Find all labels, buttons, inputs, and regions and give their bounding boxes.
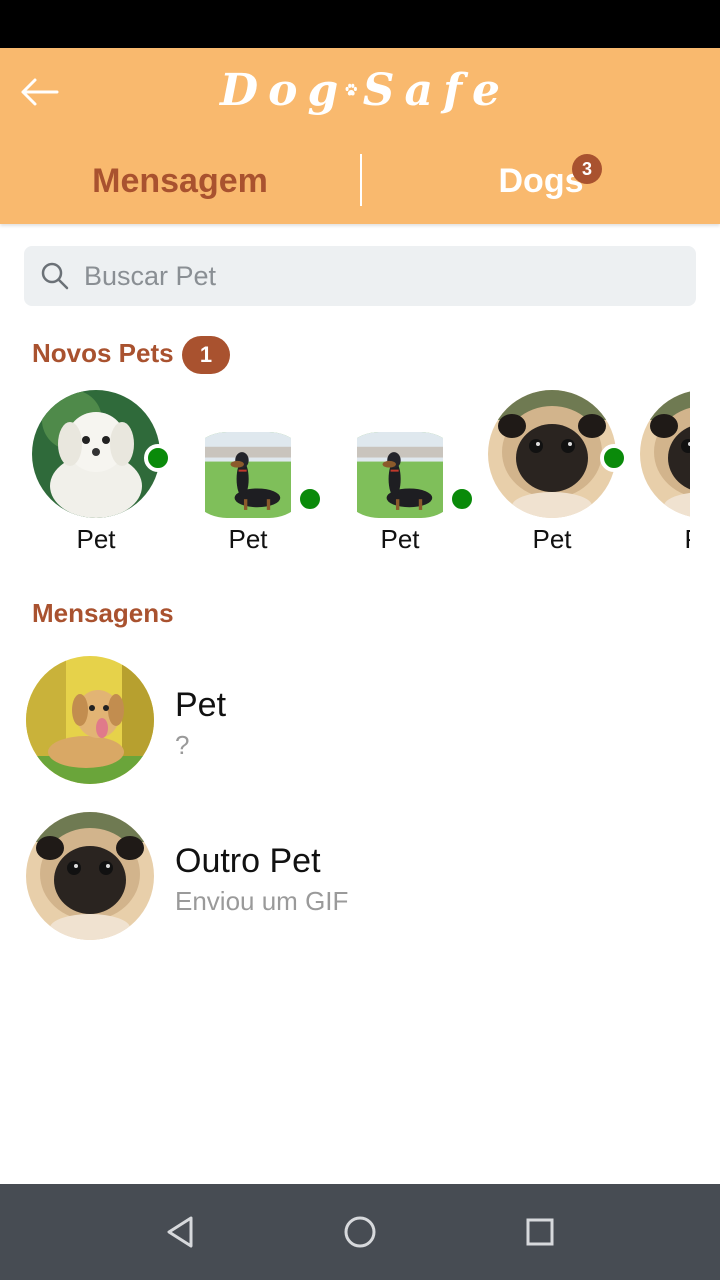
app-header: Dog Safe Mensagem Dogs 3: [0, 48, 720, 224]
app-logo: Dog Safe: [220, 60, 510, 120]
search-input[interactable]: [84, 260, 644, 292]
pet-avatar: [32, 390, 160, 518]
message-item[interactable]: Pet ?: [0, 656, 720, 796]
tab-label: Mensagem: [92, 161, 268, 200]
new-pet-item[interactable]: Pet: [476, 386, 628, 561]
paw-icon: [345, 83, 358, 96]
pet-photo: [336, 432, 464, 518]
pet-name: Pet: [628, 524, 690, 555]
message-avatar: [26, 812, 154, 940]
nav-recents-button[interactable]: [516, 1208, 564, 1256]
pet-photo: [640, 390, 690, 518]
new-pets-title: Novos Pets: [32, 338, 174, 368]
tab-bar: Mensagem Dogs 3: [0, 148, 720, 214]
pet-name: Pet: [76, 524, 116, 554]
back-triangle-icon: [167, 1216, 193, 1248]
nav-home-button[interactable]: [336, 1208, 384, 1256]
pet-avatar: [640, 390, 690, 518]
new-pet-item[interactable]: Pet: [20, 386, 172, 561]
tab-label: Dogs: [498, 161, 584, 200]
new-pet-item[interactable]: Pet: [628, 386, 690, 561]
message-preview: ?: [175, 730, 190, 760]
logo-text-left: Dog: [220, 64, 349, 116]
pet-name: Pet: [532, 524, 572, 554]
status-bar: [0, 0, 720, 48]
pet-photo: [488, 390, 616, 518]
system-nav-bar: [0, 1184, 720, 1280]
pet-name: Pet: [380, 524, 420, 554]
message-item[interactable]: Outro Pet Enviou um GIF: [0, 812, 720, 952]
pet-photo: [26, 812, 154, 940]
pet-photo: [32, 390, 160, 518]
pet-photo: [184, 432, 312, 518]
messages-title: Mensagens: [32, 598, 174, 628]
pet-avatar: [336, 432, 464, 518]
tab-mensagem[interactable]: Mensagem: [0, 148, 360, 214]
recents-square-icon: [526, 1218, 554, 1246]
new-pet-item[interactable]: Pet: [172, 386, 324, 561]
tab-dogs[interactable]: Dogs 3: [362, 148, 720, 214]
logo-text-right: Safe: [362, 64, 510, 116]
arrow-left-icon: [21, 78, 59, 106]
search-icon: [41, 262, 69, 290]
message-avatar: [26, 656, 154, 784]
message-sender: Outro Pet: [175, 842, 321, 880]
message-sender: Pet: [175, 686, 227, 724]
new-pets-badge: 1: [182, 336, 230, 374]
nav-back-button[interactable]: [156, 1208, 204, 1256]
message-preview: Enviou um GIF: [175, 886, 349, 916]
pet-photo: [26, 656, 154, 784]
online-indicator: [448, 485, 476, 513]
online-indicator: [144, 444, 172, 472]
pet-avatar: [488, 390, 616, 518]
new-pet-item[interactable]: Pet: [324, 386, 476, 561]
online-indicator: [296, 485, 324, 513]
online-indicator: [600, 444, 628, 472]
back-button[interactable]: [14, 70, 64, 114]
pet-avatar: [184, 432, 312, 518]
search-bar[interactable]: [24, 246, 696, 306]
dogs-count-badge: 3: [572, 154, 602, 184]
home-circle-icon: [344, 1216, 376, 1248]
pet-name: Pet: [228, 524, 268, 554]
new-pets-carousel[interactable]: Pet Pet Pet Pet Pet: [0, 386, 690, 566]
